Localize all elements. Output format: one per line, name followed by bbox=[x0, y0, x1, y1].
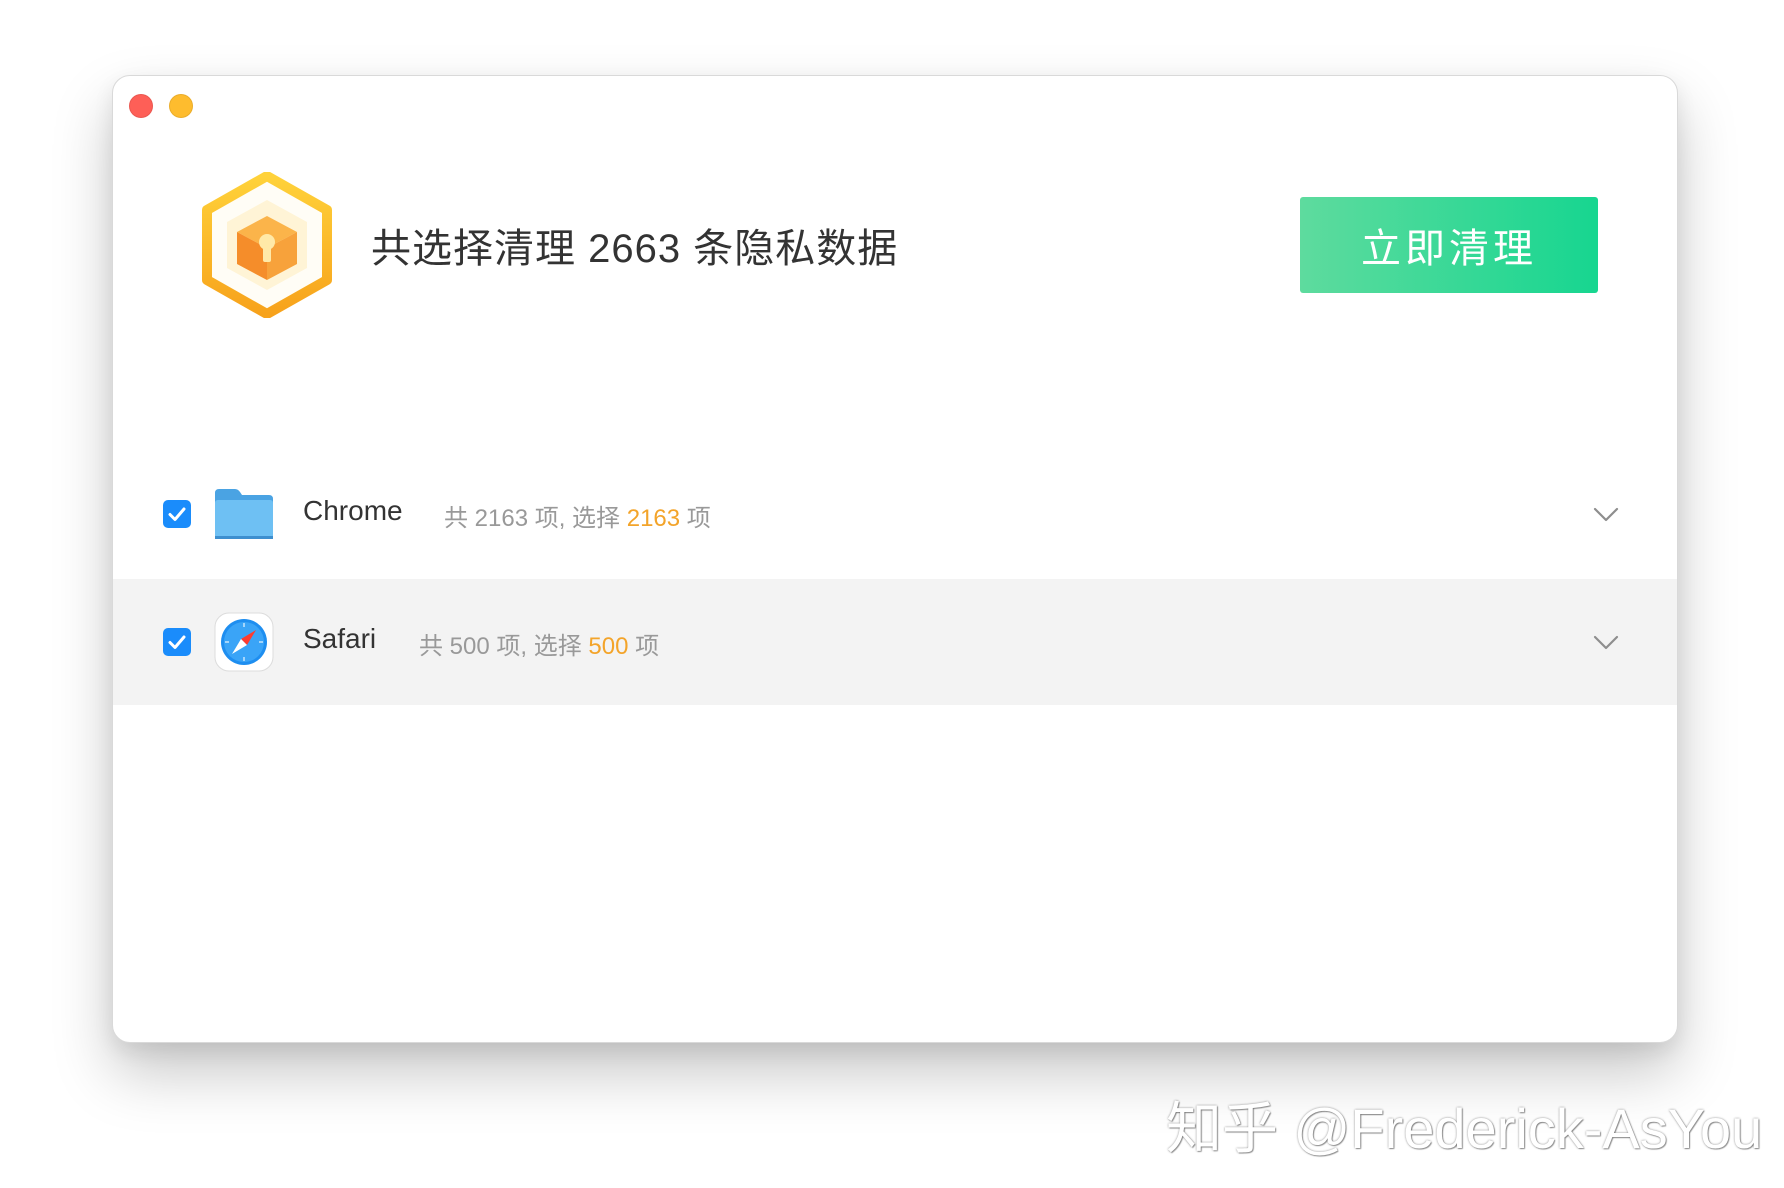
chrome-checkbox[interactable] bbox=[163, 500, 191, 528]
chevron-down-icon[interactable] bbox=[1591, 627, 1621, 657]
checkmark-icon bbox=[168, 635, 186, 649]
safari-checkbox[interactable] bbox=[163, 628, 191, 656]
app-name: Safari bbox=[303, 623, 377, 654]
chevron-down-icon[interactable] bbox=[1591, 499, 1621, 529]
selected-count: 2163 bbox=[626, 505, 681, 532]
safari-compass-icon bbox=[214, 612, 274, 672]
window-close-button[interactable] bbox=[129, 94, 153, 118]
clean-now-button[interactable]: 立即清理 bbox=[1300, 197, 1598, 293]
page-title: 共选择清理 2663 条隐私数据 bbox=[371, 227, 899, 271]
summary-prefix: 共 2163 项, 选择 bbox=[444, 505, 627, 532]
summary-prefix: 共 500 项, 选择 bbox=[419, 633, 589, 660]
item-summary: 共 500 项, 选择 500 项 bbox=[419, 626, 659, 661]
list-item-chrome[interactable]: Chrome 共 2163 项, 选择 2163 项 bbox=[113, 451, 1677, 577]
app-name: Chrome bbox=[303, 495, 403, 526]
item-summary: 共 2163 项, 选择 2163 项 bbox=[444, 498, 711, 533]
hexagon-cube-logo-icon bbox=[202, 172, 332, 318]
summary-suffix: 项 bbox=[680, 505, 711, 532]
summary-suffix: 项 bbox=[628, 633, 660, 660]
window-minimize-button[interactable] bbox=[169, 94, 193, 118]
checkmark-icon bbox=[168, 507, 186, 521]
list-item-safari[interactable]: Safari 共 500 项, 选择 500 项 bbox=[113, 579, 1677, 705]
app-window: 共选择清理 2663 条隐私数据 立即清理 Chrome 共 2163 项, 选… bbox=[112, 75, 1678, 1043]
folder-icon bbox=[215, 489, 273, 539]
selected-count: 500 bbox=[588, 633, 629, 660]
watermark-text: 知乎 @Frederick-AsYou bbox=[1166, 1097, 1763, 1160]
